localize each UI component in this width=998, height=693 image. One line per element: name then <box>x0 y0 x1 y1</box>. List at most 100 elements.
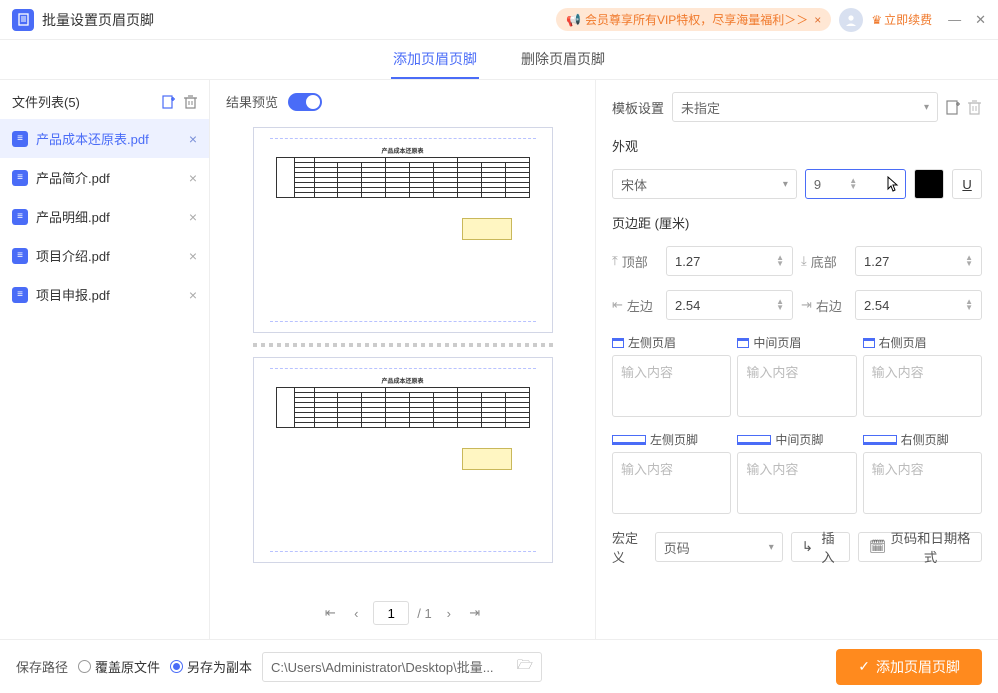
margin-bottom-input[interactable]: 1.27▲▼ <box>855 246 982 276</box>
footer-center-input[interactable]: 输入内容 <box>737 452 856 514</box>
spinner-icon[interactable]: ▲▼ <box>849 178 857 190</box>
app-icon <box>12 9 34 31</box>
header-right-input[interactable]: 输入内容 <box>863 355 982 417</box>
tab-remove-headerfooter[interactable]: 删除页眉页脚 <box>519 41 607 79</box>
page-total: / 1 <box>417 606 431 621</box>
save-template-icon[interactable] <box>946 100 960 115</box>
check-icon: ✓ <box>858 658 870 675</box>
template-select[interactable]: 未指定 ▾ <box>672 92 938 122</box>
margin-left-label: ⇤左边 <box>612 296 658 315</box>
file-remove-icon[interactable]: × <box>189 170 197 186</box>
footer-fields: 左侧页脚 输入内容 中间页脚 输入内容 右侧页脚 输入内容 <box>612 431 982 514</box>
page-first-icon[interactable]: ⇤ <box>321 605 339 621</box>
browse-folder-icon[interactable]: 🗁 <box>517 656 533 678</box>
page-thumbnail: 产品成本还原表 <box>253 127 553 333</box>
preview-toggle[interactable] <box>288 93 322 111</box>
file-remove-icon[interactable]: × <box>189 287 197 303</box>
file-remove-icon[interactable]: × <box>189 209 197 225</box>
footer-bar: 保存路径 覆盖原文件 另存为副本 C:\Users\Administrator\… <box>0 639 998 693</box>
header-center-input[interactable]: 输入内容 <box>737 355 856 417</box>
chevron-down-icon: ▾ <box>783 179 788 190</box>
minimize-button[interactable]: — <box>948 12 961 27</box>
file-list: ≡ 产品成本还原表.pdf × ≡ 产品简介.pdf × ≡ 产品明细.pdf … <box>0 119 209 639</box>
margin-bottom-label: ⤓底部 <box>801 252 847 271</box>
header-center-label: 中间页眉 <box>737 334 856 351</box>
macro-label: 宏定义 <box>612 528 647 566</box>
page-next-icon[interactable]: › <box>440 606 458 621</box>
footer-right-input[interactable]: 输入内容 <box>863 452 982 514</box>
close-button[interactable]: ✕ <box>975 12 986 28</box>
preview-note <box>462 448 512 470</box>
apply-button[interactable]: ✓ 添加页眉页脚 <box>836 649 982 685</box>
file-icon: ≡ <box>12 248 28 264</box>
footer-center-label: 中间页脚 <box>737 431 856 448</box>
margin-top-label: ⤒顶部 <box>612 252 658 271</box>
add-file-icon[interactable] <box>162 95 176 109</box>
vip-banner-text: 会员尊享所有VIP特权，尽享海量福利＞＞ <box>585 11 808 28</box>
calendar-icon: 🗓 <box>869 539 886 555</box>
date-format-button[interactable]: 🗓 页码和日期格式 <box>858 532 982 562</box>
header-fields: 左侧页眉 输入内容 中间页眉 输入内容 右侧页眉 输入内容 <box>612 334 982 417</box>
file-icon: ≡ <box>12 287 28 303</box>
chevron-down-icon: ▾ <box>924 102 929 113</box>
page-current-input[interactable] <box>373 601 409 625</box>
file-name: 产品简介.pdf <box>36 168 181 187</box>
cursor-icon <box>887 176 899 192</box>
file-name: 项目申报.pdf <box>36 285 181 304</box>
page-prev-icon[interactable]: ‹ <box>347 606 365 621</box>
file-icon: ≡ <box>12 170 28 186</box>
file-name: 项目介绍.pdf <box>36 246 181 265</box>
header-left-label: 左侧页眉 <box>612 334 731 351</box>
save-as-copy-radio[interactable]: 另存为副本 <box>170 657 252 676</box>
chevron-down-icon: ▾ <box>769 542 774 553</box>
font-select[interactable]: 宋体 ▾ <box>612 169 797 199</box>
delete-template-icon[interactable] <box>968 100 982 115</box>
file-remove-icon[interactable]: × <box>189 248 197 264</box>
file-item[interactable]: ≡ 项目介绍.pdf × <box>0 236 209 275</box>
margin-top-input[interactable]: 1.27▲▼ <box>666 246 793 276</box>
file-item[interactable]: ≡ 产品简介.pdf × <box>0 158 209 197</box>
file-list-header: 文件列表(5) <box>12 92 162 111</box>
file-item[interactable]: ≡ 项目申报.pdf × <box>0 275 209 314</box>
insert-macro-button[interactable]: ↳ 插入 <box>791 532 850 562</box>
margin-right-input[interactable]: 2.54▲▼ <box>855 290 982 320</box>
preview-zone: 产品成本还原表 产品成本还原表 <box>226 121 579 591</box>
file-remove-icon[interactable]: × <box>189 131 197 147</box>
page-last-icon[interactable]: ⇥ <box>466 605 484 621</box>
delete-file-icon[interactable] <box>184 95 197 109</box>
preview-table <box>276 157 530 198</box>
preview-note <box>462 218 512 240</box>
header-left-input[interactable]: 输入内容 <box>612 355 731 417</box>
vip-renew-link[interactable]: ♛ 立即续费 <box>871 11 932 28</box>
font-size-input[interactable]: 9 ▲▼ <box>805 169 906 199</box>
margins-label: 页边距 (厘米) <box>612 213 982 232</box>
main-tabs: 添加页眉页脚 删除页眉页脚 <box>0 40 998 80</box>
save-path-label: 保存路径 <box>16 657 68 676</box>
vip-banner[interactable]: 📢 会员尊享所有VIP特权，尽享海量福利＞＞ × <box>556 8 831 31</box>
margin-right-label: ⇥右边 <box>801 296 847 315</box>
underline-button[interactable]: U <box>952 169 982 199</box>
appearance-label: 外观 <box>612 136 982 155</box>
titlebar: 批量设置页眉页脚 📢 会员尊享所有VIP特权，尽享海量福利＞＞ × ♛ 立即续费… <box>0 0 998 40</box>
macro-select[interactable]: 页码 ▾ <box>655 532 783 562</box>
file-icon: ≡ <box>12 209 28 225</box>
footer-left-label: 左侧页脚 <box>612 431 731 448</box>
insert-icon: ↳ <box>802 539 813 555</box>
file-item[interactable]: ≡ 产品明细.pdf × <box>0 197 209 236</box>
file-item[interactable]: ≡ 产品成本还原表.pdf × <box>0 119 209 158</box>
preview-panel: 结果预览 产品成本还原表 产品成本还原表 ⇤ ‹ / 1 › ⇥ <box>210 80 596 639</box>
file-name: 产品明细.pdf <box>36 207 181 226</box>
font-color-picker[interactable] <box>914 169 944 199</box>
crown-icon: ♛ <box>871 13 882 27</box>
overwrite-radio[interactable]: 覆盖原文件 <box>78 657 160 676</box>
file-icon: ≡ <box>12 131 28 147</box>
user-avatar[interactable] <box>839 8 863 32</box>
window-title: 批量设置页眉页脚 <box>42 10 154 30</box>
footer-left-input[interactable]: 输入内容 <box>612 452 731 514</box>
vip-banner-close-icon[interactable]: × <box>814 13 821 27</box>
settings-panel: 模板设置 未指定 ▾ 外观 宋体 ▾ 9 ▲▼ U 页边距 (厘米) ⤒顶部 <box>596 80 998 639</box>
save-path-field[interactable]: C:\Users\Administrator\Desktop\批量... 🗁 <box>262 652 542 682</box>
margin-left-input[interactable]: 2.54▲▼ <box>666 290 793 320</box>
page-thumbnail: 产品成本还原表 <box>253 357 553 563</box>
tab-add-headerfooter[interactable]: 添加页眉页脚 <box>391 41 479 79</box>
